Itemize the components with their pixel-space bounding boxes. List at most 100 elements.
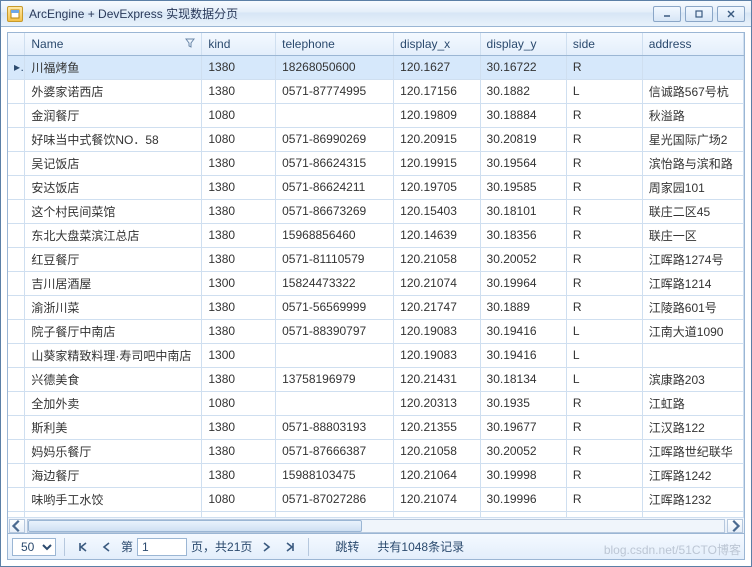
cell-display_x[interactable]: 120.17156 (394, 79, 480, 103)
cell-kind[interactable]: 1380 (202, 439, 276, 463)
filter-icon[interactable] (185, 37, 195, 51)
scroll-track[interactable] (27, 519, 725, 533)
cell-kind[interactable]: 1380 (202, 151, 276, 175)
cell-kind[interactable]: 1380 (202, 199, 276, 223)
cell-display_y[interactable]: 30.19964 (480, 271, 566, 295)
table-row[interactable]: 吴记饭店13800571-86624315120.1991530.19564R滨… (8, 151, 744, 175)
cell-address[interactable]: 江晖路世纪联华 (642, 439, 743, 463)
scroll-right-button[interactable] (727, 519, 743, 533)
cell-address[interactable] (642, 55, 743, 79)
cell-side[interactable]: L (566, 319, 642, 343)
cell-name[interactable]: 兴德美食 (25, 367, 202, 391)
cell-address[interactable]: 滨怡路与滨和路 (642, 151, 743, 175)
cell-side[interactable]: R (566, 127, 642, 151)
cell-kind[interactable]: 1080 (202, 103, 276, 127)
cell-address[interactable]: 江晖路1274号 (642, 247, 743, 271)
cell-display_y[interactable]: 30.18134 (480, 367, 566, 391)
table-row[interactable]: ▸川福烤鱼138018268050600120.162730.16722R (8, 55, 744, 79)
cell-display_x[interactable]: 120.21747 (394, 295, 480, 319)
table-row[interactable]: 兴德美食138013758196979120.2143130.18134L滨康路… (8, 367, 744, 391)
cell-display_x[interactable]: 120.19705 (394, 175, 480, 199)
table-row[interactable]: 全加外卖1080120.2031330.1935R江虹路 (8, 391, 744, 415)
row-indicator[interactable] (8, 175, 25, 199)
cell-name[interactable]: 妈妈乐餐厅 (25, 439, 202, 463)
cell-kind[interactable]: 1080 (202, 391, 276, 415)
cell-display_y[interactable]: 30.18101 (480, 199, 566, 223)
cell-address[interactable]: 江汉路122 (642, 415, 743, 439)
cell-display_x[interactable]: 120.19083 (394, 319, 480, 343)
cell-display_y[interactable]: 30.19416 (480, 343, 566, 367)
cell-display_y[interactable]: 30.1889 (480, 295, 566, 319)
cell-address[interactable]: 江晖路1232 (642, 487, 743, 511)
cell-display_x[interactable]: 120.21074 (394, 487, 480, 511)
table-row[interactable]: 安达饭店13800571-86624211120.1970530.19585R周… (8, 175, 744, 199)
last-page-button[interactable] (280, 538, 300, 556)
cell-display_x[interactable]: 120.21064 (394, 463, 480, 487)
table-row[interactable]: 院子餐厅中南店13800571-88390797120.1908330.1941… (8, 319, 744, 343)
cell-side[interactable]: R (566, 175, 642, 199)
cell-kind[interactable]: 1380 (202, 247, 276, 271)
cell-telephone[interactable]: 0571-87774995 (276, 79, 394, 103)
cell-display_y[interactable]: 30.20052 (480, 247, 566, 271)
cell-side[interactable]: R (566, 439, 642, 463)
column-header-kind[interactable]: kind (202, 33, 276, 55)
cell-display_x[interactable]: 120.15403 (394, 199, 480, 223)
cell-address[interactable]: 江南大道1090 (642, 319, 743, 343)
cell-telephone[interactable]: 18268050600 (276, 55, 394, 79)
cell-kind[interactable]: 1380 (202, 367, 276, 391)
cell-telephone[interactable]: 0571-81110579 (276, 247, 394, 271)
cell-name[interactable]: 斯利美 (25, 415, 202, 439)
table-row[interactable]: 渝浙川菜13800571-56569999120.2174730.1889R江陵… (8, 295, 744, 319)
cell-kind[interactable]: 1380 (202, 415, 276, 439)
cell-side[interactable]: R (566, 295, 642, 319)
row-indicator-header[interactable] (8, 33, 25, 55)
column-header-telephone[interactable]: telephone (276, 33, 394, 55)
cell-name[interactable]: 川福烤鱼 (25, 55, 202, 79)
row-indicator[interactable] (8, 439, 25, 463)
column-header-name[interactable]: Name (25, 33, 202, 55)
table-row[interactable]: 金润餐厅1080120.1980930.18884R秋溢路 (8, 103, 744, 127)
cell-name[interactable]: 好味当中式餐饮NO．58 (25, 127, 202, 151)
cell-address[interactable] (642, 343, 743, 367)
jump-label[interactable]: 跳转 (335, 538, 359, 555)
cell-kind[interactable]: 1380 (202, 175, 276, 199)
table-row[interactable]: 红豆餐厅13800571-81110579120.2105830.20052R江… (8, 247, 744, 271)
cell-address[interactable]: 联庄一区 (642, 223, 743, 247)
row-indicator[interactable] (8, 199, 25, 223)
cell-name[interactable]: 全加外卖 (25, 391, 202, 415)
cell-telephone[interactable]: 0571-56569999 (276, 295, 394, 319)
table-row[interactable]: 吉川居酒屋130015824473322120.2107430.19964R江晖… (8, 271, 744, 295)
table-row[interactable]: 这个村民间菜馆13800571-86673269120.1540330.1810… (8, 199, 744, 223)
row-indicator[interactable] (8, 127, 25, 151)
row-indicator[interactable] (8, 223, 25, 247)
row-indicator[interactable] (8, 295, 25, 319)
column-header-display-x[interactable]: display_x (394, 33, 480, 55)
cell-telephone[interactable]: 15968856460 (276, 223, 394, 247)
cell-kind[interactable]: 1080 (202, 511, 276, 517)
cell-address[interactable]: 信诚路567号杭 (642, 79, 743, 103)
cell-telephone[interactable]: 0571-86624211 (276, 175, 394, 199)
cell-address[interactable]: 滨康路203 (642, 367, 743, 391)
cell-telephone[interactable]: 0571-86624315 (276, 151, 394, 175)
grid-viewport[interactable]: Name kind telephone display_x display_y … (8, 33, 744, 517)
cell-telephone[interactable]: 0571-86990269 (276, 127, 394, 151)
cell-telephone[interactable] (276, 391, 394, 415)
cell-telephone[interactable]: 0571-87666387 (276, 439, 394, 463)
cell-address[interactable]: 江晖路1232 (642, 511, 743, 517)
cell-display_x[interactable]: 120.21058 (394, 439, 480, 463)
row-indicator[interactable] (8, 103, 25, 127)
cell-display_x[interactable]: 120.1627 (394, 55, 480, 79)
cell-name[interactable]: 吉川居酒屋 (25, 271, 202, 295)
cell-name[interactable]: 吴记饭店 (25, 151, 202, 175)
cell-side[interactable]: R (566, 415, 642, 439)
cell-name[interactable]: 金润餐厅 (25, 103, 202, 127)
cell-display_x[interactable]: 120.21074 (394, 511, 480, 517)
cell-display_y[interactable]: 30.19564 (480, 151, 566, 175)
table-row[interactable]: 斯利美13800571-88803193120.2135530.19677R江汉… (8, 415, 744, 439)
cell-side[interactable]: R (566, 511, 642, 517)
cell-side[interactable]: R (566, 199, 642, 223)
cell-telephone[interactable] (276, 103, 394, 127)
cell-address[interactable]: 江晖路1214 (642, 271, 743, 295)
cell-display_x[interactable]: 120.21431 (394, 367, 480, 391)
cell-telephone[interactable] (276, 343, 394, 367)
